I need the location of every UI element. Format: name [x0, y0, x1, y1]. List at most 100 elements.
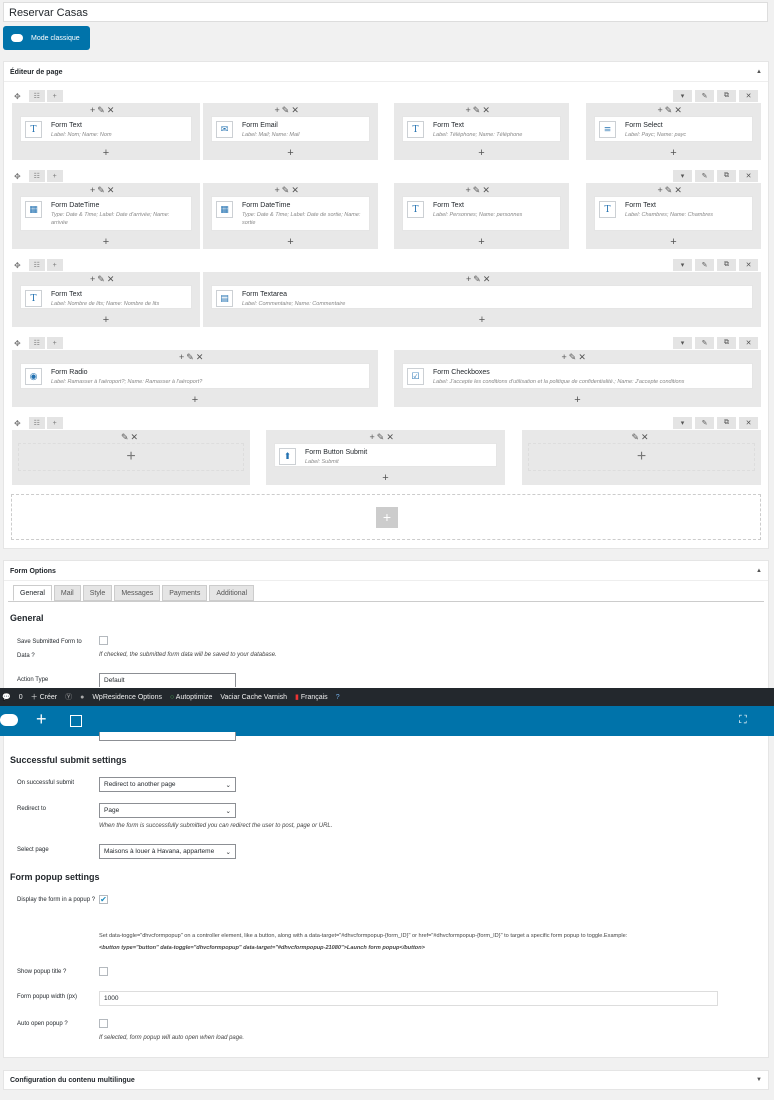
add-element-icon[interactable]: +	[275, 185, 282, 195]
layout-icon[interactable]: ☷	[28, 417, 45, 429]
delete-icon[interactable]: ✕	[107, 105, 117, 115]
add-below-icon[interactable]: +	[203, 147, 378, 159]
show-title-checkbox[interactable]	[99, 967, 108, 976]
comments-icon[interactable]: 💬	[2, 693, 11, 701]
form-element[interactable]: ◉ Form Radio Label: Ramasser à l'aéroport?…	[20, 363, 370, 389]
move-icon[interactable]: ✥	[14, 339, 21, 348]
collapse-row-icon[interactable]: ▾	[673, 417, 692, 429]
edit-row-icon[interactable]: ✎	[695, 417, 714, 429]
edit-row-icon[interactable]: ✎	[695, 259, 714, 271]
collapse-row-icon[interactable]: ▾	[673, 90, 692, 102]
on-success-select[interactable]: Redirect to another page ⌄	[99, 777, 236, 792]
tab-messages[interactable]: Messages	[114, 585, 161, 601]
move-icon[interactable]: ✥	[14, 261, 21, 270]
action-type-select[interactable]: Default	[99, 673, 236, 687]
delete-icon[interactable]: ✕	[107, 185, 117, 195]
edit-row-icon[interactable]: ✎	[695, 90, 714, 102]
add-column-icon[interactable]: +	[46, 337, 63, 349]
move-icon[interactable]: ✥	[14, 419, 21, 428]
delete-row-icon[interactable]: ✕	[739, 417, 758, 429]
select-page-select[interactable]: Maisons à louer à Havana, apparteme ⌄	[99, 844, 236, 859]
collapse-row-icon[interactable]: ▾	[673, 170, 692, 182]
add-below-icon[interactable]: +	[586, 147, 761, 159]
edit-icon[interactable]: ✎	[377, 432, 387, 442]
form-element[interactable]: T Form Text Label: Téléphone; Name: Téléph…	[402, 116, 561, 142]
language-menu[interactable]: ▮ Français	[295, 693, 328, 701]
add-below-icon[interactable]: +	[12, 394, 378, 406]
move-icon[interactable]: ✥	[14, 92, 21, 101]
delete-icon[interactable]: ✕	[386, 432, 396, 442]
layout-icon[interactable]: ☷	[28, 337, 45, 349]
add-element-icon[interactable]: +	[370, 432, 377, 442]
add-below-icon[interactable]: +	[12, 147, 200, 159]
post-title-input[interactable]: Reservar Casas	[3, 2, 768, 22]
edit-icon[interactable]: ✎	[569, 352, 579, 362]
action-type-select-bottom[interactable]	[99, 732, 236, 741]
form-element[interactable]: T Form Text Label: Chambres; Name: Chambre…	[594, 196, 753, 231]
layout-icon[interactable]: ☷	[28, 259, 45, 271]
tab-mail[interactable]: Mail	[53, 585, 81, 601]
delete-row-icon[interactable]: ✕	[739, 170, 758, 182]
collapse-toggle-icon[interactable]: ▲	[756, 568, 762, 574]
add-below-icon[interactable]: +	[12, 236, 200, 248]
edit-icon[interactable]: ✎	[282, 185, 292, 195]
edit-icon[interactable]: ✎	[121, 432, 131, 442]
fullscreen-icon[interactable]: ⛶	[739, 714, 747, 727]
add-below-icon[interactable]: +	[394, 394, 761, 406]
add-below-icon[interactable]: +	[203, 236, 378, 248]
add-below-icon[interactable]: +	[394, 236, 569, 248]
add-below-icon[interactable]: +	[586, 236, 761, 248]
edit-icon[interactable]: ✎	[665, 105, 675, 115]
form-element[interactable]: ☑ Form Checkboxes Label: J'accepte les con…	[402, 363, 753, 389]
add-below-icon[interactable]: +	[266, 472, 505, 484]
clone-row-icon[interactable]: ⧉	[717, 90, 736, 102]
redirect-select[interactable]: Page ⌄	[99, 803, 236, 818]
delete-icon[interactable]: ✕	[483, 274, 493, 284]
add-column-icon[interactable]: +	[46, 417, 63, 429]
add-below-icon[interactable]: +	[12, 314, 200, 326]
tab-additional[interactable]: Additional	[209, 585, 255, 601]
delete-icon[interactable]: ✕	[482, 105, 492, 115]
form-element[interactable]: ▦ Form DateTime Type: Date & Time; Label: …	[20, 196, 192, 231]
tab-payments[interactable]: Payments	[162, 585, 208, 601]
add-element-icon[interactable]: +	[658, 105, 665, 115]
add-row-area[interactable]: +	[11, 494, 761, 540]
comments-count[interactable]: 0	[19, 694, 23, 701]
delete-icon[interactable]: ✕	[291, 105, 301, 115]
edit-row-icon[interactable]: ✎	[695, 337, 714, 349]
add-column-icon[interactable]: +	[46, 90, 63, 102]
clone-row-icon[interactable]: ⧉	[717, 417, 736, 429]
form-element[interactable]: T Form Text Label: Nombre de lits; Name: N…	[20, 285, 192, 309]
add-below-icon[interactable]: +	[394, 147, 569, 159]
edit-icon[interactable]: ✎	[97, 105, 107, 115]
clone-row-icon[interactable]: ⧉	[717, 170, 736, 182]
yoast-icon[interactable]: Ⓨ	[65, 692, 72, 702]
add-element-icon[interactable]: +	[275, 105, 282, 115]
empty-column-add[interactable]: +	[18, 443, 244, 471]
multilingual-box[interactable]: Configuration du contenu multilingue ▼	[3, 1070, 769, 1090]
edit-icon[interactable]: ✎	[473, 274, 483, 284]
popup-width-input[interactable]: 1000	[99, 991, 718, 1006]
form-element[interactable]: ▦ Form DateTime Type: Date & Time; Label: …	[211, 196, 370, 231]
edit-icon[interactable]: ✎	[186, 352, 196, 362]
collapse-row-icon[interactable]: ▾	[673, 259, 692, 271]
form-element[interactable]: T Form Text Label: Nom; Name: Nom	[20, 116, 192, 142]
delete-icon[interactable]: ✕	[674, 105, 684, 115]
delete-icon[interactable]: ✕	[482, 185, 492, 195]
delete-icon[interactable]: ✕	[674, 185, 684, 195]
delete-icon[interactable]: ✕	[641, 432, 651, 442]
form-element[interactable]: ▤ Form Textarea Label: Commentaire; Name: …	[211, 285, 753, 309]
add-element-icon[interactable]: +	[562, 352, 569, 362]
move-icon[interactable]: ✥	[14, 172, 21, 181]
collapse-row-icon[interactable]: ▾	[673, 337, 692, 349]
edit-icon[interactable]: ✎	[473, 185, 483, 195]
delete-row-icon[interactable]: ✕	[739, 90, 758, 102]
add-element-icon[interactable]: +	[466, 185, 473, 195]
edit-icon[interactable]: ✎	[97, 274, 107, 284]
create-menu[interactable]: ＋ Créer	[31, 692, 57, 702]
collapse-toggle-icon[interactable]: ▲	[756, 69, 762, 75]
add-column-icon[interactable]: +	[46, 170, 63, 182]
cloud-logo-icon[interactable]	[0, 714, 18, 726]
add-row-button[interactable]: +	[376, 507, 398, 528]
expand-toggle-icon[interactable]: ▼	[756, 1077, 762, 1083]
